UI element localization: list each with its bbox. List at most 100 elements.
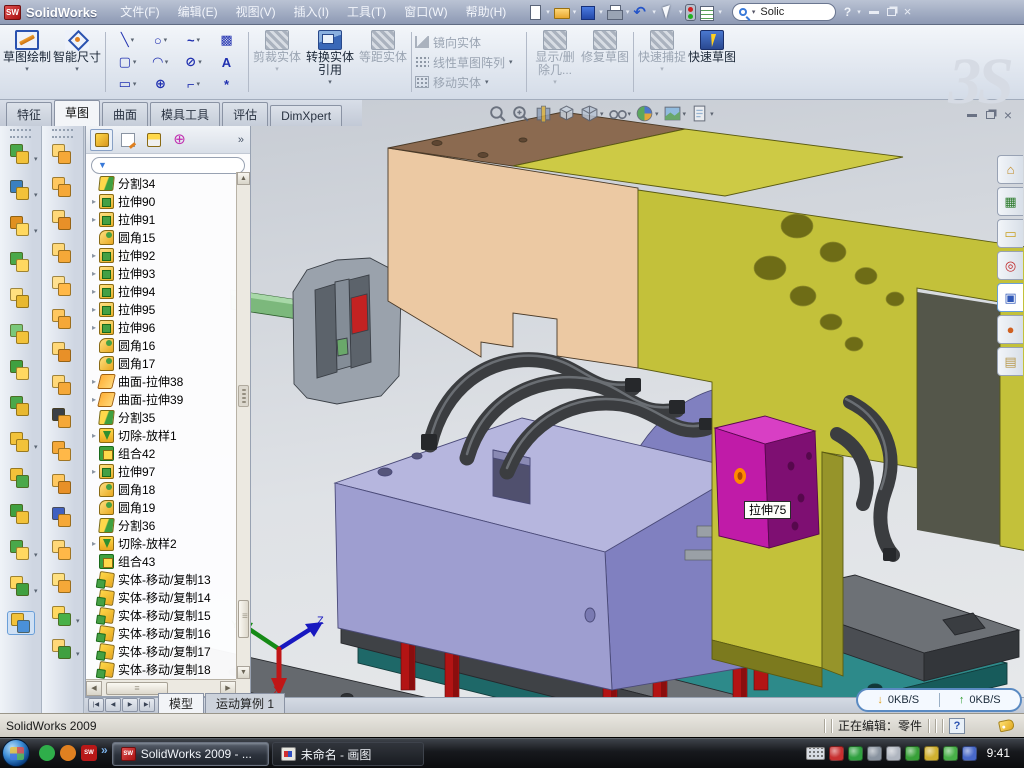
tree-item[interactable]: 圆角15 [89,228,236,246]
tree-item[interactable]: 圆角18 [89,480,236,498]
start-button[interactable] [2,739,30,767]
sketch-tool-button[interactable]: ⊘▾ [177,51,210,73]
expander-icon[interactable]: ▸ [89,431,99,440]
antivirus-icon[interactable] [848,746,863,761]
thicken-icon[interactable] [49,572,77,596]
quick-tips-button[interactable]: ? [949,718,965,734]
search-input[interactable]: Solic [760,6,784,18]
custom-properties-tab[interactable]: ▤ [997,347,1023,376]
sketch-tool-button[interactable]: ╲▾ [111,29,144,51]
appearances-tab[interactable]: ● [997,315,1023,344]
menu-item[interactable]: 编辑(E) [169,0,227,24]
freeform-icon[interactable]: ▾ [49,638,77,662]
minimize-button[interactable] [869,11,879,14]
options-icon[interactable] [698,4,715,21]
expander-icon[interactable]: ▸ [89,539,99,548]
scroll-down-button[interactable]: ▼ [237,666,250,679]
tree-item[interactable]: ▸拉伸95 [89,300,236,318]
tree-item[interactable]: 分割34 [89,174,236,192]
tree-filter-box[interactable]: ▼ [91,157,245,174]
open-file-icon[interactable] [553,4,570,21]
model-tab-模型[interactable]: 模型 [158,693,204,713]
mirror-bodies-icon[interactable] [7,467,35,491]
sketch-tool-button[interactable]: ◠▾ [144,51,177,73]
revolve-icon[interactable]: ▾ [7,215,35,239]
scrollbar-thumb[interactable] [238,600,249,638]
design-library-tab[interactable]: ▦ [997,187,1023,216]
solidworks-quicklaunch-icon[interactable]: SW [81,745,97,761]
wrap-icon[interactable] [7,395,35,419]
menu-item[interactable]: 工具(T) [338,0,395,24]
extrude-boss-icon[interactable]: ▾ [7,143,35,167]
boundary-surface-icon[interactable] [49,242,77,266]
sketch-tool-button[interactable]: A [210,51,243,73]
undo-icon[interactable] [632,4,649,21]
extruded-surface-icon[interactable] [49,209,77,233]
scroll-left-button[interactable]: ◀ [86,681,102,696]
offset-entities-button[interactable]: 等距实体 [358,28,408,96]
tree-item[interactable]: ▸拉伸96 [89,318,236,336]
update-icon[interactable] [867,746,882,761]
security-alert-icon[interactable] [829,746,844,761]
quick-snaps-button[interactable]: 快速捕捉 ▾ [637,28,687,96]
view-settings-icon[interactable]: ▾ [690,104,714,123]
new-file-icon[interactable] [526,4,543,21]
configurationmanager-tab[interactable] [142,129,165,151]
trim-entities-button[interactable]: 剪裁实体 ▾ [252,28,302,96]
expander-icon[interactable]: ▸ [89,269,99,278]
tab-DimXpert[interactable]: DimXpert [270,105,342,126]
move-entities-button[interactable]: 移动实体 ▾ [415,74,523,91]
slide-block[interactable] [715,416,819,548]
deform-icon[interactable]: ▾ [7,575,35,599]
tree-item[interactable]: ▸曲面-拉伸39 [89,390,236,408]
convert-entities-button[interactable]: 转换实体引用 ▾ [302,28,358,96]
move-copy-body-icon[interactable]: ▾ [7,539,35,563]
tree-item[interactable]: ▸拉伸97 [89,462,236,480]
menu-item[interactable]: 文件(F) [111,0,168,24]
sketch-tool-button[interactable]: ▢▾ [111,51,144,73]
filled-surface-icon[interactable] [49,275,77,299]
tab-模具工具[interactable]: 模具工具 [150,102,220,126]
untrim-surface-icon[interactable] [49,473,77,497]
dropdown-arrow-icon[interactable]: ▾ [752,8,756,16]
expander-icon[interactable]: ▸ [89,251,99,260]
planar-surface-icon[interactable] [49,308,77,332]
app-launcher-icon[interactable] [60,745,76,761]
save-icon[interactable] [579,4,596,21]
close-button[interactable]: × [904,7,912,17]
tab-草图[interactable]: 草图 [54,100,100,126]
swept-surface-icon[interactable] [49,143,77,167]
tree-item[interactable]: 组合43 [89,552,236,570]
linear-sketch-pattern-button[interactable]: 线性草图阵列 ▾ [415,54,523,71]
expander-icon[interactable]: ▸ [89,305,99,314]
messenger-icon[interactable] [39,745,55,761]
instant3d-icon[interactable] [7,611,35,635]
expander-icon[interactable]: ▸ [89,467,99,476]
tree-item[interactable]: ▸拉伸90 [89,192,236,210]
tree-item[interactable]: ▸切除-放样2 [89,534,236,552]
dimxpertmanager-tab[interactable]: ⊕ [168,129,191,151]
display-delete-relations-button[interactable]: 显示/删除几... ▾ [530,28,580,96]
repair-sketch-button[interactable]: 修复草图 [580,28,630,96]
keyboard-layout-icon[interactable] [806,747,825,760]
sketch-tool-button[interactable]: ▩ [210,29,243,51]
revolved-surface-icon[interactable] [49,176,77,200]
view-palette-tab[interactable]: ▣ [997,283,1023,312]
tab-nav-button[interactable]: |◀ [88,698,104,712]
tree-item[interactable]: ▸拉伸91 [89,210,236,228]
view-orientation-icon[interactable] [557,104,576,123]
propertymanager-tab[interactable] [116,129,139,151]
tree-item[interactable]: ▸拉伸92 [89,246,236,264]
tag-icon[interactable] [998,719,1015,733]
rapid-sketch-button[interactable]: 快速草图 [687,28,737,96]
zoom-area-icon[interactable] [511,104,530,123]
tab-nav-button[interactable]: ◀ [105,698,121,712]
trim-surface-icon[interactable] [49,506,77,530]
solidworks-search-tab[interactable]: ◎ [997,251,1023,280]
scrollbar-grip[interactable] [238,385,249,407]
extrude-cut-icon[interactable]: ▾ [7,179,35,203]
tree-item[interactable]: 圆角17 [89,354,236,372]
help-button[interactable]: ? [844,5,851,19]
dropdown-arrow-icon[interactable]: ▾ [75,65,79,73]
sketch-button[interactable]: 草图绘制 ▾ [2,28,52,96]
